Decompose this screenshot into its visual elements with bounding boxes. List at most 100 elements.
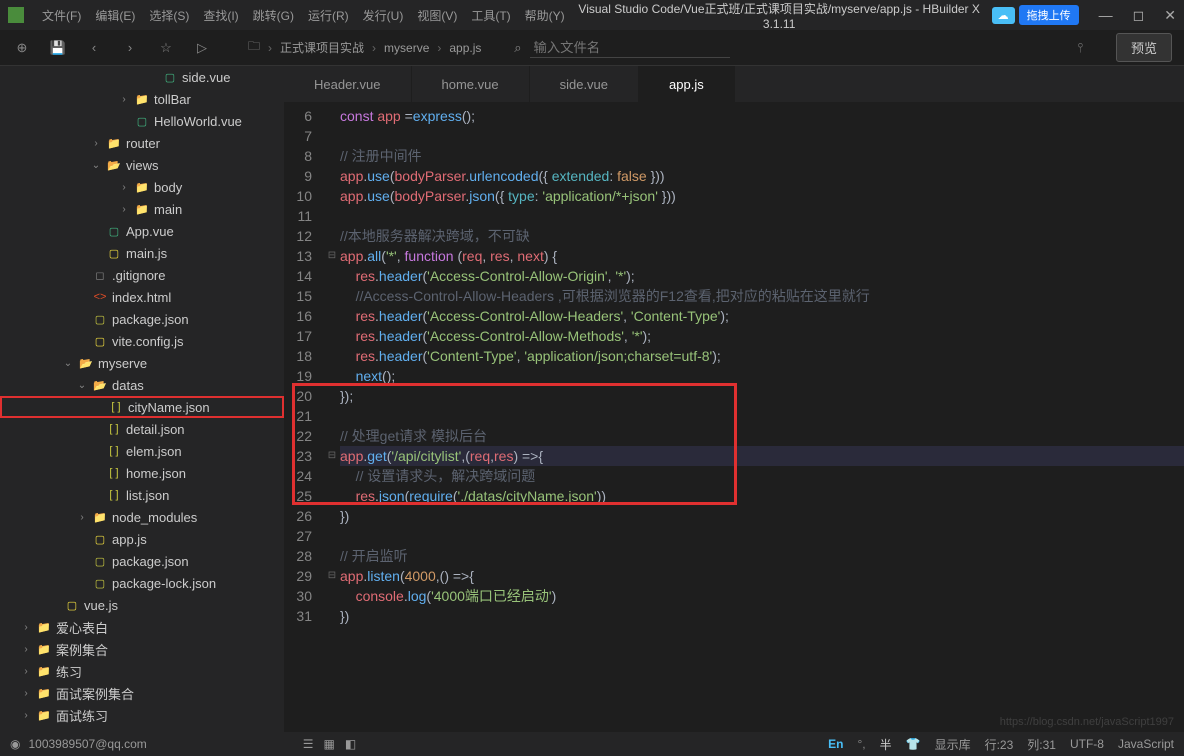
code-lines[interactable]: const app =express();// 注册中间件app.use(bod… <box>340 106 1184 732</box>
menu-item[interactable]: 编辑(E) <box>89 5 141 26</box>
tree-item[interactable]: ›📁router <box>0 132 284 154</box>
code-line[interactable]: const app =express(); <box>340 106 1184 126</box>
code-line[interactable]: res.header('Access-Control-Allow-Origin'… <box>340 266 1184 286</box>
tree-item[interactable]: ◻.gitignore <box>0 264 284 286</box>
menu-item[interactable]: 文件(F) <box>36 5 87 26</box>
code-line[interactable]: next(); <box>340 366 1184 386</box>
code-line[interactable]: console.log('4000端口已经启动') <box>340 586 1184 606</box>
filter-icon[interactable]: ⫯ <box>1078 40 1084 56</box>
tree-item[interactable]: ▢vite.config.js <box>0 330 284 352</box>
tree-item[interactable]: ▢App.vue <box>0 220 284 242</box>
filetype[interactable]: JavaScript <box>1118 737 1174 751</box>
code-line[interactable]: res.json(require('./datas/cityName.json'… <box>340 486 1184 506</box>
tree-item[interactable]: ›📁面试案例集合 <box>0 682 284 704</box>
tree-item[interactable]: ›📁main <box>0 198 284 220</box>
chevron-icon[interactable]: › <box>20 622 32 633</box>
code-line[interactable]: res.header('Content-Type', 'application/… <box>340 346 1184 366</box>
tree-item[interactable]: ▢package.json <box>0 308 284 330</box>
punct-icon[interactable]: °, <box>857 737 865 751</box>
show-lib[interactable]: 显示库 <box>935 736 971 753</box>
code-line[interactable]: app.get('/api/citylist',(req,res) =>{ <box>340 446 1184 466</box>
file-explorer[interactable]: ▢side.vue›📁tollBar▢HelloWorld.vue›📁route… <box>0 66 284 732</box>
code-line[interactable]: app.use(bodyParser.json({ type: 'applica… <box>340 186 1184 206</box>
fold-marker[interactable]: ⊟ <box>324 246 340 266</box>
tree-item[interactable]: ›📁node_modules <box>0 506 284 528</box>
tree-item[interactable]: ›📁body <box>0 176 284 198</box>
code-line[interactable]: // 处理get请求 模拟后台 <box>340 426 1184 446</box>
user-icon[interactable]: ◉ <box>10 737 20 751</box>
editor-tab[interactable]: Header.vue <box>284 66 412 102</box>
run-icon[interactable]: ▷ <box>192 38 212 58</box>
tree-item[interactable]: ›📁爱心表白 <box>0 616 284 638</box>
tree-item[interactable]: ›📁练习 <box>0 660 284 682</box>
menu-item[interactable]: 运行(R) <box>302 5 355 26</box>
tree-item[interactable]: <>index.html <box>0 286 284 308</box>
menu-item[interactable]: 跳转(G) <box>247 5 300 26</box>
chevron-icon[interactable]: ⌄ <box>76 380 88 391</box>
tree-item[interactable]: ▢vue.js <box>0 594 284 616</box>
code-line[interactable]: }) <box>340 506 1184 526</box>
user-email[interactable]: 1003989507@qq.com <box>28 737 146 751</box>
code-line[interactable]: //本地服务器解决跨域，不可缺 <box>340 226 1184 246</box>
encoding[interactable]: UTF-8 <box>1070 737 1104 751</box>
code-line[interactable]: app.use(bodyParser.urlencoded({ extended… <box>340 166 1184 186</box>
new-file-icon[interactable]: ⊕ <box>12 38 32 58</box>
breadcrumb-segment[interactable]: myserve <box>384 41 429 55</box>
code-line[interactable]: res.header('Access-Control-Allow-Methods… <box>340 326 1184 346</box>
code-line[interactable] <box>340 126 1184 146</box>
tree-item[interactable]: ▢app.js <box>0 528 284 550</box>
chevron-icon[interactable]: ⌄ <box>62 358 74 369</box>
tree-item[interactable]: [ ]cityName.json <box>0 396 284 418</box>
sb-icon[interactable]: ◧ <box>345 737 356 751</box>
chevron-icon[interactable]: › <box>90 138 102 149</box>
code-line[interactable]: app.listen(4000,() =>{ <box>340 566 1184 586</box>
tree-item[interactable]: ›📁案例集合 <box>0 638 284 660</box>
chevron-icon[interactable]: ⌄ <box>90 160 102 171</box>
tree-item[interactable]: ▢HelloWorld.vue <box>0 110 284 132</box>
code-line[interactable]: // 设置请求头，解决跨域问题 <box>340 466 1184 486</box>
menu-item[interactable]: 工具(T) <box>465 5 516 26</box>
chevron-icon[interactable]: › <box>118 204 130 215</box>
tree-item[interactable]: ›📁tollBar <box>0 88 284 110</box>
cloud-badge[interactable]: ☁ <box>992 7 1015 24</box>
sb-icon[interactable]: ☰ <box>303 737 314 751</box>
tree-item[interactable]: [ ]detail.json <box>0 418 284 440</box>
half-icon[interactable]: 半 <box>880 736 892 753</box>
ime-indicator[interactable]: En <box>828 737 843 751</box>
editor-tab[interactable]: side.vue <box>530 66 639 102</box>
upload-button[interactable]: 拖拽上传 <box>1019 5 1079 25</box>
sb-icon[interactable]: ▦ <box>324 737 335 751</box>
menu-item[interactable]: 发行(U) <box>357 5 410 26</box>
tree-item[interactable]: [ ]home.json <box>0 462 284 484</box>
breadcrumb-segment[interactable]: 正式课项目实战 <box>280 39 364 56</box>
menu-item[interactable]: 查找(I) <box>197 5 244 26</box>
code-line[interactable]: // 注册中间件 <box>340 146 1184 166</box>
breadcrumb-segment[interactable]: app.js <box>449 41 481 55</box>
code-line[interactable]: }); <box>340 386 1184 406</box>
chevron-icon[interactable]: › <box>20 666 32 677</box>
search-icon[interactable]: ⌕ <box>514 40 521 56</box>
code-editor[interactable]: 6789101112131415161718192021222324252627… <box>284 102 1184 732</box>
tree-item[interactable]: ▢package.json <box>0 550 284 572</box>
tree-item[interactable]: ⌄📂views <box>0 154 284 176</box>
chevron-icon[interactable]: › <box>20 644 32 655</box>
star-icon[interactable]: ☆ <box>156 38 176 58</box>
code-line[interactable] <box>340 526 1184 546</box>
menu-item[interactable]: 视图(V) <box>411 5 463 26</box>
close-button[interactable]: ✕ <box>1164 7 1176 24</box>
tree-item[interactable]: ▢package-lock.json <box>0 572 284 594</box>
code-line[interactable] <box>340 206 1184 226</box>
fold-marker[interactable]: ⊟ <box>324 566 340 586</box>
menu-item[interactable]: 帮助(Y) <box>519 5 571 26</box>
fold-marker[interactable]: ⊟ <box>324 446 340 466</box>
chevron-icon[interactable]: › <box>76 512 88 523</box>
tree-item[interactable]: [ ]elem.json <box>0 440 284 462</box>
fold-column[interactable]: ⊟ ⊟ ⊟ <box>324 106 340 732</box>
chevron-icon[interactable]: › <box>118 182 130 193</box>
tree-item[interactable]: ▢side.vue <box>0 66 284 88</box>
code-line[interactable]: app.all('*', function (req, res, next) { <box>340 246 1184 266</box>
back-icon[interactable]: ‹ <box>84 38 104 58</box>
chevron-icon[interactable]: › <box>118 94 130 105</box>
editor-tab[interactable]: app.js <box>639 66 735 102</box>
shirt-icon[interactable]: 👕 <box>906 737 921 751</box>
